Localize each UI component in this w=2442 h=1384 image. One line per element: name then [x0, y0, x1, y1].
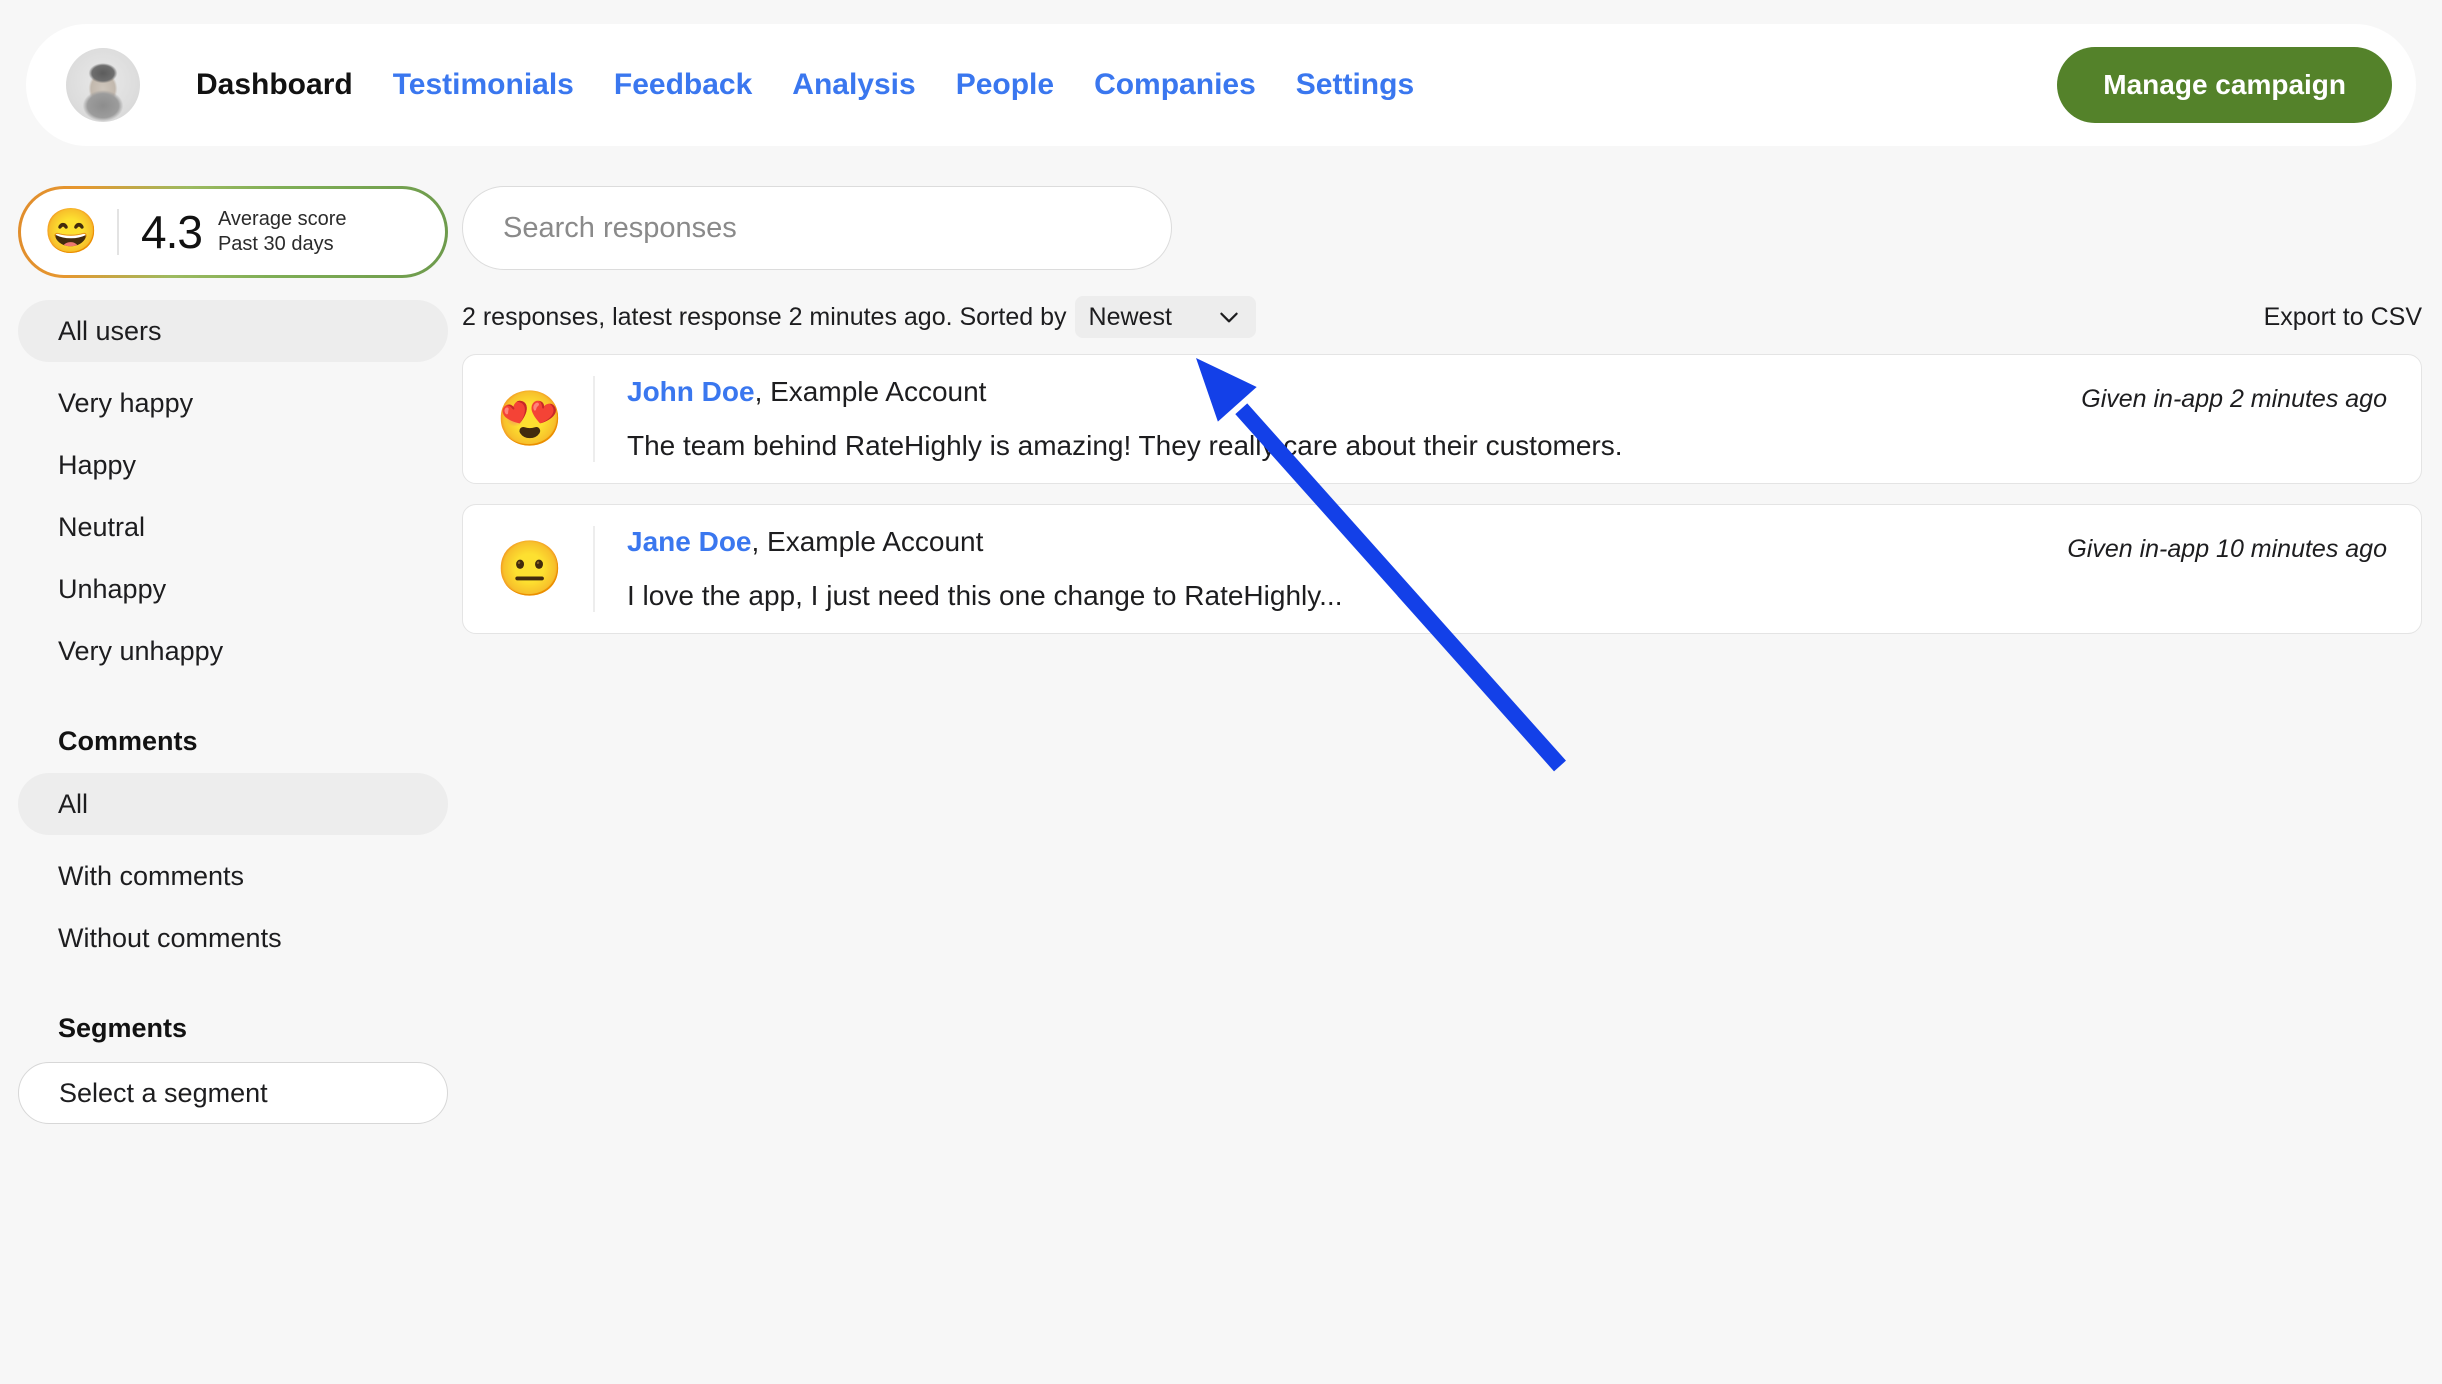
neutral-face-icon: 😐 [496, 539, 564, 599]
avatar[interactable] [66, 48, 140, 122]
sidebar-item-neutral[interactable]: Neutral [18, 496, 448, 558]
response-person-link[interactable]: John Doe [627, 376, 755, 407]
search-input[interactable] [462, 186, 1172, 270]
segment-select[interactable]: Select a segment [18, 1062, 448, 1124]
grinning-face-icon: 😄 [43, 207, 99, 256]
sidebar-item-with-comments[interactable]: With comments [18, 845, 448, 907]
nav-item-settings[interactable]: Settings [1276, 68, 1434, 102]
average-score-labels: Average score Past 30 days [218, 207, 347, 257]
response-text: The team behind RateHighly is amazing! T… [627, 430, 1623, 461]
responses-summary-text: 2 responses, latest response 2 minutes a… [462, 302, 1067, 331]
average-score-label: Average score [217, 208, 347, 230]
main-content: 2 responses, latest response 2 minutes a… [462, 186, 2422, 654]
sort-by-value: Newest [1088, 302, 1172, 331]
sidebar-heading-comments: Comments [58, 726, 198, 756]
sort-by-dropdown[interactable]: Newest [1074, 296, 1256, 338]
response-list: 😍 John Doe, Example Account The team beh… [462, 354, 2422, 634]
response-text: I love the app, I just need this one cha… [627, 580, 1343, 611]
response-row[interactable]: 😍 John Doe, Example Account The team beh… [462, 354, 2422, 484]
nav-item-dashboard[interactable]: Dashboard [176, 68, 373, 102]
nav-item-people[interactable]: People [936, 68, 1074, 102]
divider [593, 376, 595, 462]
average-score-period: Past 30 days [217, 233, 334, 255]
manage-campaign-button[interactable]: Manage campaign [2057, 47, 2392, 123]
response-timestamp: Given in-app 10 minutes ago [2067, 535, 2387, 563]
average-score-card: 😄 4.3 Average score Past 30 days [18, 186, 448, 278]
smiling-face-with-heart-eyes-icon: 😍 [496, 389, 564, 449]
sidebar-item-without-comments[interactable]: Without comments [18, 907, 448, 969]
export-to-csv-button[interactable]: Export to CSV [2264, 303, 2422, 332]
nav-item-testimonials[interactable]: Testimonials [373, 68, 594, 102]
sidebar-item-happy[interactable]: Happy [18, 434, 448, 496]
response-timestamp: Given in-app 2 minutes ago [2081, 385, 2387, 413]
response-author-line: John Doe, Example Account [627, 376, 2081, 408]
response-account: , Example Account [751, 526, 984, 557]
sidebar-item-very-happy[interactable]: Very happy [18, 372, 448, 434]
sidebar: 😄 4.3 Average score Past 30 days All use… [18, 186, 448, 1124]
sort-row: 2 responses, latest response 2 minutes a… [462, 296, 2422, 338]
nav-item-analysis[interactable]: Analysis [772, 68, 935, 102]
average-score-value: 4.3 [141, 206, 203, 258]
sidebar-item-very-unhappy[interactable]: Very unhappy [18, 620, 448, 682]
nav-item-feedback[interactable]: Feedback [594, 68, 772, 102]
response-account: , Example Account [754, 376, 987, 407]
main-navigation: Dashboard Testimonials Feedback Analysis… [176, 68, 1434, 102]
sidebar-heading-segments: Segments [58, 1013, 188, 1043]
sidebar-item-unhappy[interactable]: Unhappy [18, 558, 448, 620]
response-person-link[interactable]: Jane Doe [627, 526, 752, 557]
divider [117, 209, 119, 255]
response-author-line: Jane Doe, Example Account [627, 526, 2067, 558]
sidebar-item-comments-all[interactable]: All [18, 773, 448, 835]
nav-item-companies[interactable]: Companies [1074, 68, 1276, 102]
divider [593, 526, 595, 612]
response-row[interactable]: 😐 Jane Doe, Example Account I love the a… [462, 504, 2422, 634]
chevron-down-icon [1220, 312, 1238, 323]
top-header-bar: Dashboard Testimonials Feedback Analysis… [26, 24, 2416, 146]
sidebar-item-all-users[interactable]: All users [18, 300, 448, 362]
